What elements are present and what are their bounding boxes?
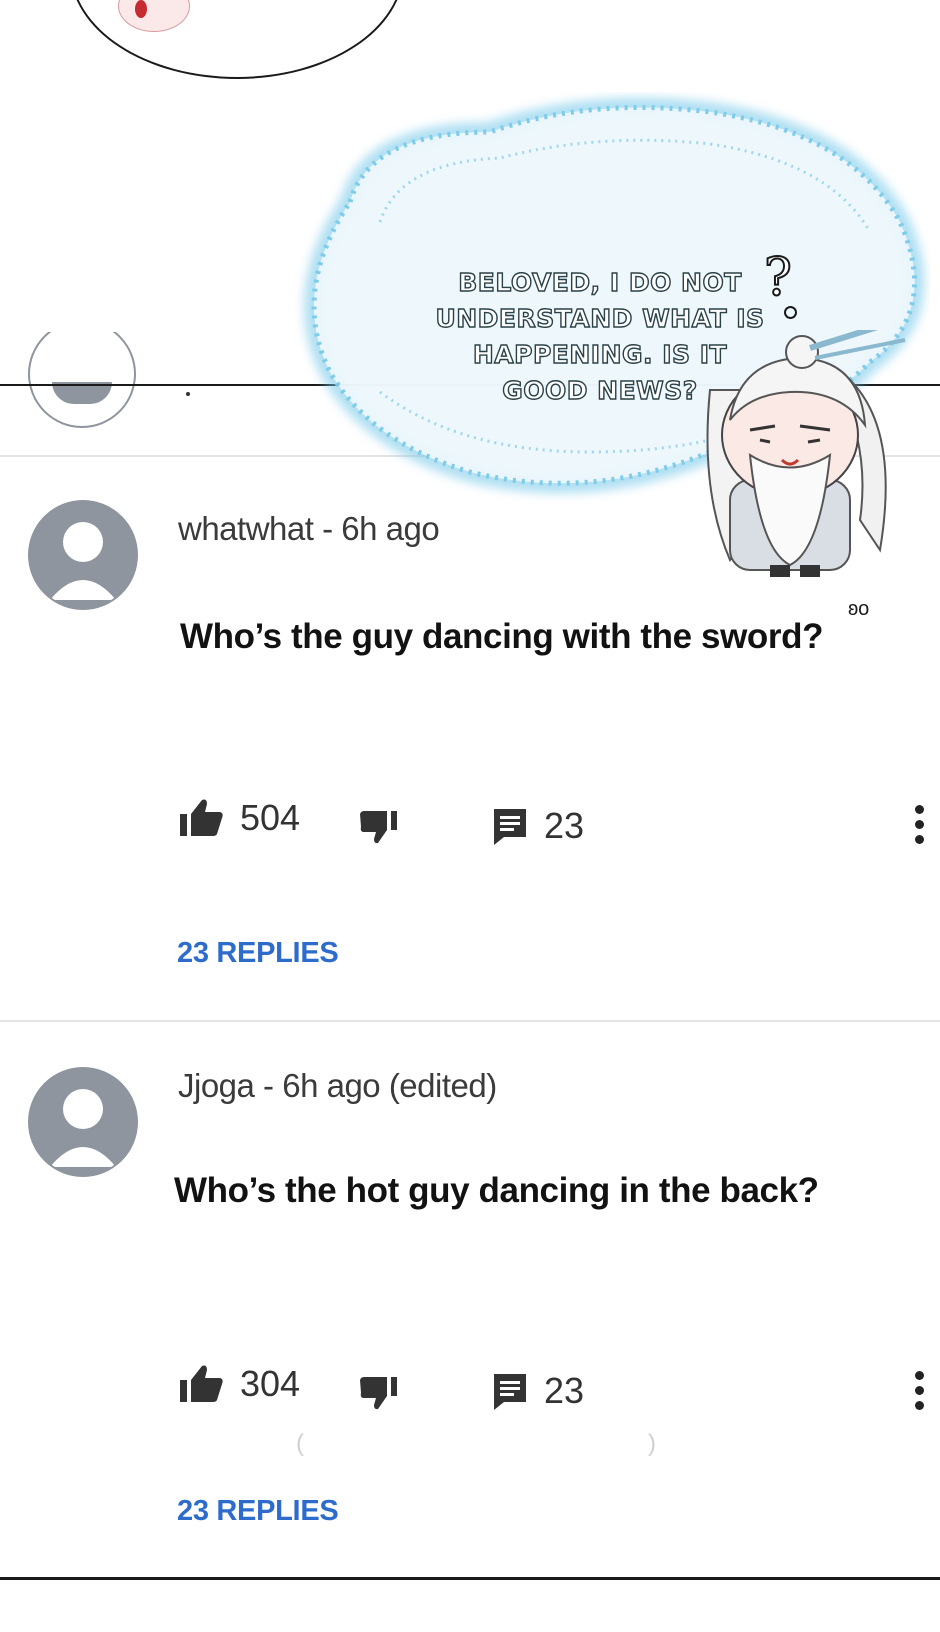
more-vertical-icon[interactable] [915, 1371, 924, 1410]
reply-count-button[interactable]: 23 [492, 1370, 584, 1412]
dislike-button[interactable] [360, 810, 400, 844]
reply-count-button[interactable]: 23 [492, 805, 584, 847]
thumbs-down-icon [360, 1377, 397, 1410]
like-button[interactable]: 504 [180, 797, 300, 839]
question-mark-icon: ? [763, 247, 793, 309]
previous-comment-dot [186, 392, 190, 396]
chibi-elder-character [706, 330, 906, 577]
more-vertical-icon[interactable] [915, 805, 924, 844]
comment-meta: whatwhat - 6h ago [178, 510, 440, 547]
question-dot [784, 306, 797, 319]
comment-text: Who’s the guy dancing with the sword? [180, 617, 824, 656]
comment-icon [494, 809, 526, 845]
comment-text: Who’s the hot guy dancing in the back? [174, 1171, 819, 1210]
faint-mark-left: ( [296, 1430, 304, 1457]
view-replies-link[interactable]: 23 REPLIES [177, 1495, 339, 1528]
comment-divider [0, 1020, 940, 1022]
character-mouth [135, 0, 147, 18]
default-avatar-icon[interactable] [28, 500, 138, 610]
reply-count: 23 [544, 1370, 585, 1411]
view-replies-link[interactable]: 23 REPLIES [177, 937, 339, 970]
thumbs-up-icon [180, 799, 223, 836]
dislike-button[interactable] [360, 1376, 400, 1410]
thumbs-up-icon [180, 1365, 223, 1402]
default-avatar-icon[interactable] [28, 1067, 138, 1177]
panel-border-line [0, 1577, 940, 1580]
like-count: 504 [240, 797, 301, 838]
reply-count: 23 [544, 805, 585, 846]
like-count: 304 [240, 1363, 301, 1404]
comment-icon [494, 1374, 526, 1410]
previous-comment-avatar [28, 332, 138, 432]
thumbs-down-icon [360, 811, 397, 844]
like-button[interactable]: 304 [180, 1363, 300, 1405]
faint-mark-right: ) [648, 1430, 656, 1457]
comment-meta: Jjoga - 6h ago (edited) [178, 1067, 497, 1104]
sweat-marks: ʚo [848, 598, 870, 620]
